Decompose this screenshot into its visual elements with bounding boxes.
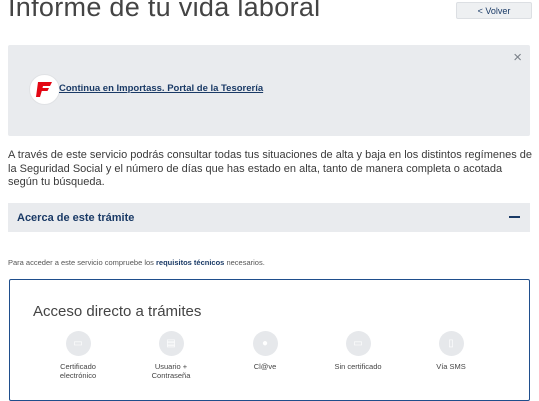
technical-requirements-link[interactable]: requisitos técnicos <box>156 258 224 267</box>
sms-glyph: ▯ <box>448 337 454 349</box>
access-option-sms[interactable]: ▯ Vía SMS <box>416 331 486 371</box>
user-password-glyph: ▤ <box>166 337 176 349</box>
certificate-icon: ▭ <box>65 331 91 356</box>
direct-access-title: Acceso directo a trámites <box>33 303 202 320</box>
requirements-text: Para acceder a este servicio compruebe l… <box>8 258 265 267</box>
access-option-label: Usuario + Contraseña <box>151 362 191 380</box>
accordion-label: Acerca de este trámite <box>17 211 135 224</box>
service-description: A través de este servicio podrás consult… <box>8 149 533 189</box>
access-option-label: Cl@ve <box>253 362 277 371</box>
access-option-usuario[interactable]: ▤ Usuario + Contraseña <box>136 331 206 380</box>
page-title: Informe de tu vida laboral <box>8 0 321 22</box>
certificate-glyph: ▭ <box>73 337 83 349</box>
close-icon[interactable]: × <box>513 49 522 67</box>
notice-banner: × Continua en Importass. Portal de la Te… <box>8 45 530 136</box>
access-option-label: Vía SMS <box>436 362 466 371</box>
requirements-prefix: Para acceder a este servicio compruebe l… <box>8 258 156 267</box>
access-option-label: Certificado electrónico <box>59 362 97 380</box>
no-certificate-icon: ▭ <box>345 331 371 356</box>
sms-icon: ▯ <box>438 331 464 356</box>
back-button[interactable]: < Volver <box>456 2 532 19</box>
requirements-suffix: necesarios. <box>224 258 265 267</box>
access-option-clave[interactable]: ● Cl@ve <box>230 331 300 371</box>
minus-icon[interactable] <box>509 216 520 218</box>
tesoreria-logo-icon <box>29 74 60 105</box>
user-password-icon: ▤ <box>158 331 184 356</box>
direct-access-panel: Acceso directo a trámites ▭ Certificado … <box>9 279 530 401</box>
clave-glyph: ● <box>261 337 269 349</box>
importass-link[interactable]: Continua en Importass. Portal de la Teso… <box>59 83 263 94</box>
access-option-label: Sin certificado <box>334 362 382 371</box>
access-option-sin-certificado[interactable]: ▭ Sin certificado <box>323 331 393 371</box>
access-option-certificado[interactable]: ▭ Certificado electrónico <box>43 331 113 380</box>
no-certificate-glyph: ▭ <box>353 337 363 349</box>
clave-icon: ● <box>252 331 278 356</box>
about-procedure-accordion[interactable]: Acerca de este trámite <box>8 203 530 232</box>
